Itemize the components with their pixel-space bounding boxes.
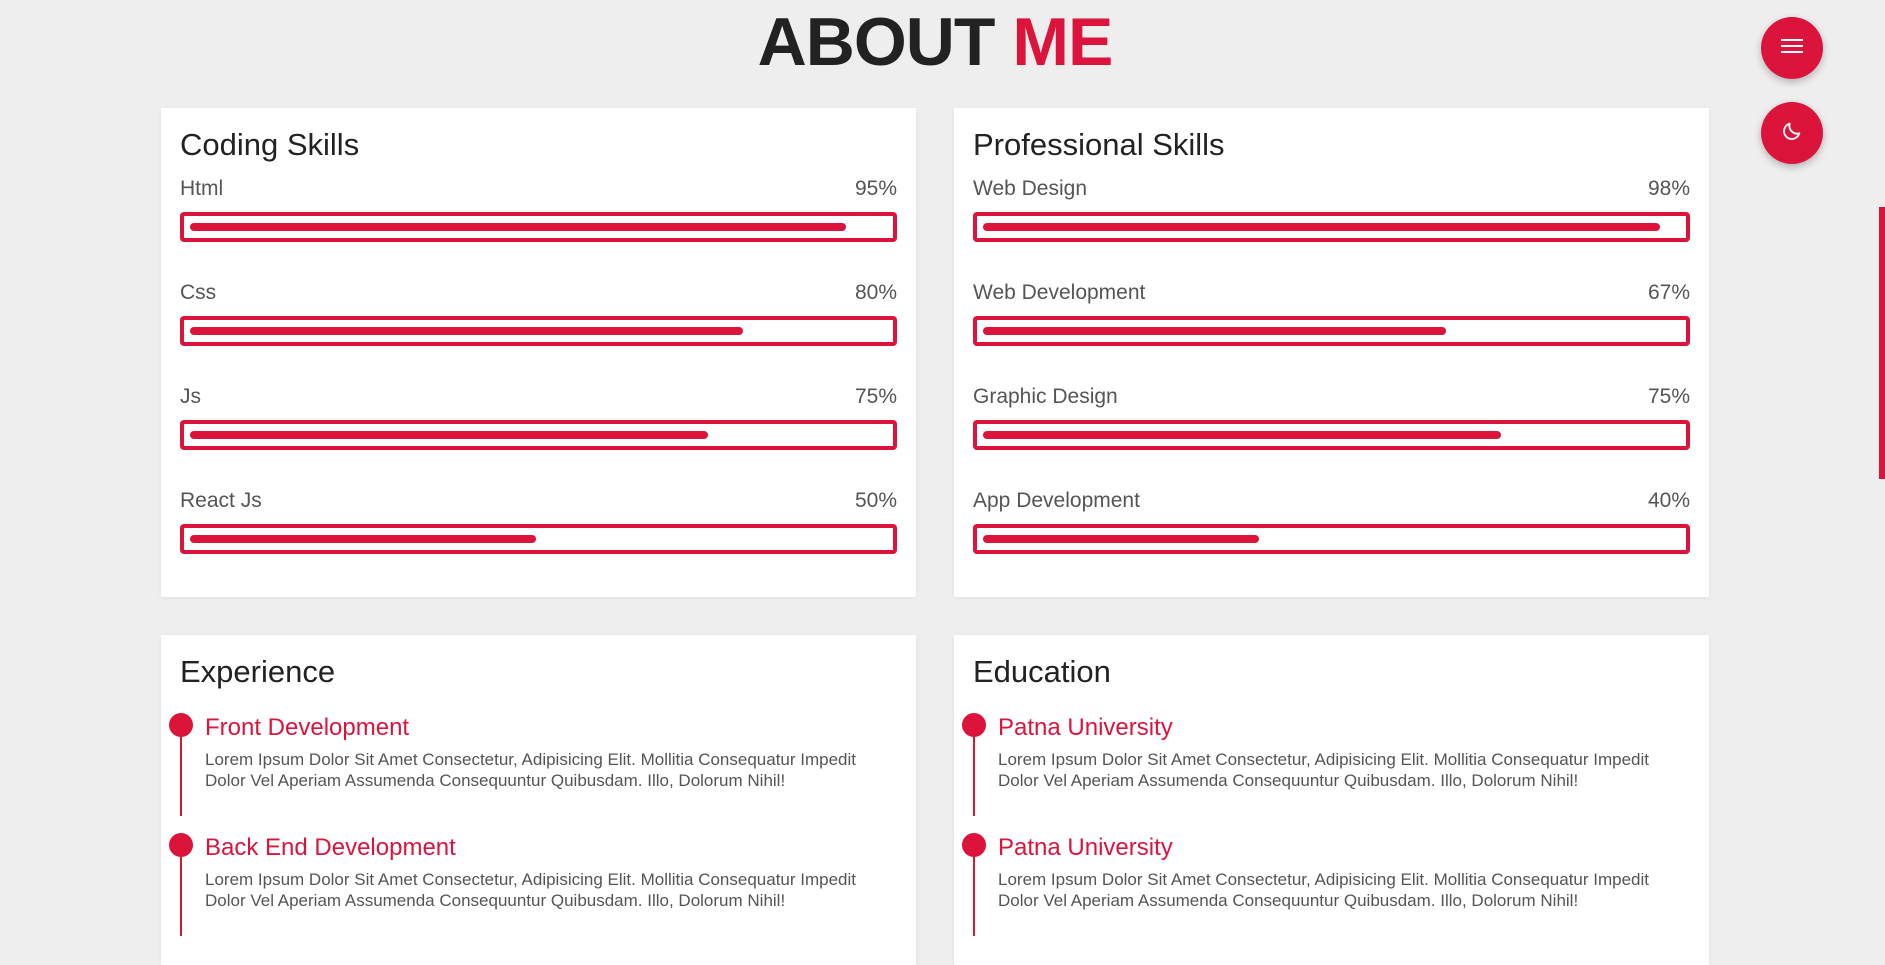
skill-header: Js 75% — [180, 372, 897, 410]
skill-progress-fill — [983, 535, 1260, 543]
skill-progress-fill — [190, 535, 536, 543]
timeline: Patna University Lorem Ipsum Dolor Sit Am… — [962, 713, 1690, 953]
skill-progress-bar — [180, 316, 897, 346]
skill-header: React Js 50% — [180, 476, 897, 514]
skill-item: Css 80% — [180, 268, 897, 372]
skill-header: App Development 40% — [973, 476, 1690, 514]
skill-progress-fill — [190, 223, 847, 231]
timeline-item: Patna University Lorem Ipsum Dolor Sit Am… — [962, 833, 1690, 953]
skill-percent: 95% — [854, 177, 897, 200]
timeline-dot — [962, 833, 986, 857]
heading-word-about: ABOUT — [757, 4, 996, 80]
card-title: Experience — [180, 654, 336, 689]
timeline-item: Front Development Lorem Ipsum Dolor Sit A… — [169, 713, 897, 833]
timeline-description: Lorem Ipsum Dolor Sit Amet Consectetur, … — [998, 870, 1650, 910]
timeline-dot — [962, 713, 986, 737]
card-title: Professional Skills — [973, 127, 1225, 162]
section-heading: ABOUT ME — [0, 4, 1870, 80]
skill-item: Html 95% — [180, 164, 897, 268]
skill-label: Css — [180, 281, 217, 304]
skill-header: Web Development 67% — [973, 268, 1690, 306]
heading-word-me: ME — [1012, 4, 1113, 80]
timeline-item: Back End Development Lorem Ipsum Dolor Si… — [169, 833, 897, 953]
skill-item: Graphic Design 75% — [973, 372, 1690, 476]
skill-percent: 75% — [854, 385, 897, 408]
skill-progress-bar — [180, 212, 897, 242]
skill-progress-bar — [973, 420, 1690, 450]
skill-item: React Js 50% — [180, 476, 897, 580]
skill-header: Web Design 98% — [973, 164, 1690, 202]
timeline-description: Lorem Ipsum Dolor Sit Amet Consectetur, … — [998, 750, 1650, 790]
professional-skills-card: Professional Skills Web Design 98% Web Dev… — [954, 108, 1709, 597]
skill-label: Html — [180, 177, 224, 200]
theme-toggle-button[interactable] — [1761, 102, 1823, 164]
skill-progress-fill — [983, 431, 1502, 439]
moon-icon — [1781, 120, 1803, 147]
coding-skills-card: Coding Skills Html 95% Css 80% Js 75% React Js… — [161, 108, 916, 597]
timeline-dot — [169, 713, 193, 737]
skill-percent: 40% — [1647, 489, 1690, 512]
skill-list: Html 95% Css 80% Js 75% React Js 50% — [180, 164, 897, 580]
timeline-title: Patna University — [998, 714, 1173, 741]
skill-progress-bar — [180, 420, 897, 450]
skill-percent: 80% — [854, 281, 897, 304]
card-title: Education — [973, 654, 1111, 689]
skill-item: Js 75% — [180, 372, 897, 476]
skill-percent: 67% — [1647, 281, 1690, 304]
timeline-dot — [169, 833, 193, 857]
skill-header: Graphic Design 75% — [973, 372, 1690, 410]
skill-label: Web Development — [973, 281, 1146, 304]
skill-label: React Js — [180, 489, 262, 512]
timeline: Front Development Lorem Ipsum Dolor Sit A… — [169, 713, 897, 953]
timeline-item: Patna University Lorem Ipsum Dolor Sit Am… — [962, 713, 1690, 833]
skill-item: Web Design 98% — [973, 164, 1690, 268]
skill-progress-bar — [973, 316, 1690, 346]
skill-item: App Development 40% — [973, 476, 1690, 580]
scroll-progress-indicator — [1879, 207, 1885, 479]
skill-item: Web Development 67% — [973, 268, 1690, 372]
skill-progress-bar — [973, 212, 1690, 242]
skill-percent: 98% — [1647, 177, 1690, 200]
skill-label: App Development — [973, 489, 1140, 512]
timeline-description: Lorem Ipsum Dolor Sit Amet Consectetur, … — [205, 750, 857, 790]
skill-percent: 50% — [854, 489, 897, 512]
skill-progress-bar — [973, 524, 1690, 554]
hamburger-menu-icon — [1781, 38, 1803, 58]
skill-progress-bar — [180, 524, 897, 554]
skill-progress-fill — [190, 327, 743, 335]
timeline-description: Lorem Ipsum Dolor Sit Amet Consectetur, … — [205, 870, 857, 910]
education-card: Education Patna University Lorem Ipsum Do… — [954, 635, 1709, 965]
skill-progress-fill — [983, 223, 1661, 231]
skill-label: Js — [180, 385, 201, 408]
skill-label: Web Design — [973, 177, 1088, 200]
timeline-title: Patna University — [998, 834, 1173, 861]
timeline-title: Back End Development — [205, 834, 456, 861]
timeline-title: Front Development — [205, 714, 410, 741]
skill-header: Css 80% — [180, 268, 897, 306]
skill-progress-fill — [983, 327, 1446, 335]
skill-progress-fill — [190, 431, 709, 439]
card-title: Coding Skills — [180, 127, 360, 162]
experience-card: Experience Front Development Lorem Ipsum … — [161, 635, 916, 965]
skill-percent: 75% — [1647, 385, 1690, 408]
skill-label: Graphic Design — [973, 385, 1118, 408]
menu-button[interactable] — [1761, 17, 1823, 79]
skill-header: Html 95% — [180, 164, 897, 202]
skill-list: Web Design 98% Web Development 67% Graphic D… — [973, 164, 1690, 580]
